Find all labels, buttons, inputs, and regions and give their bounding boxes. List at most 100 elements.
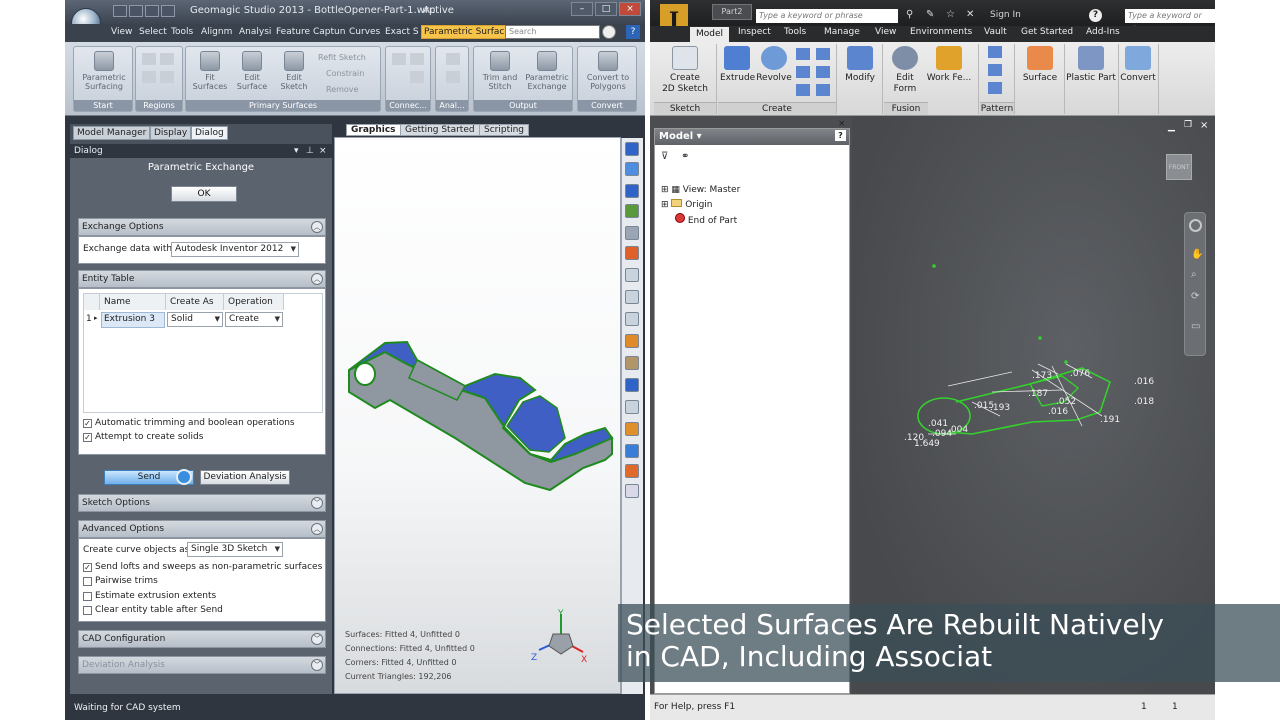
panel-label-pattern[interactable]: Pattern [980,102,1014,115]
tab-graphics[interactable]: Graphics [346,124,401,136]
analysis-tool-icon[interactable] [446,71,460,83]
rib-icon[interactable] [816,66,830,78]
tab-display[interactable]: Display [150,126,192,140]
view-tool-icon[interactable] [625,246,639,260]
tab-parametric-surfaces[interactable]: Parametric Surfaces [421,25,518,39]
keyword-search-input[interactable]: Type a keyword or phrase [756,9,898,23]
plastic-part-button[interactable]: Plastic Part [1066,46,1116,84]
tab-tools[interactable]: Tools [784,27,806,37]
tab-alignment[interactable]: Alignm [201,27,232,37]
tab-model-manager[interactable]: Model Manager [73,126,151,140]
pairwise-trims-checkbox[interactable] [83,577,92,586]
connection-tool-icon[interactable] [410,71,424,83]
expand-icon[interactable]: ﹀ [311,633,323,645]
tab-inspect[interactable]: Inspect [738,27,771,37]
binoculars-icon[interactable]: ⚭ [681,151,689,162]
region-tool-icon[interactable] [142,71,156,83]
connection-tool-icon[interactable] [392,53,406,65]
quick-access-undo-icon[interactable] [145,5,159,17]
emboss-icon[interactable] [796,84,810,96]
connection-tool-icon[interactable] [410,53,424,65]
tab-manage[interactable]: Manage [824,27,860,37]
coil-icon[interactable] [796,66,810,78]
close-icon[interactable]: × [619,2,641,16]
cad-configuration-header[interactable]: CAD Configuration ﹀ [78,630,326,648]
edit-form-button[interactable]: Edit Form [888,46,922,95]
dropdown-icon[interactable]: ▾ [294,144,299,158]
create-2d-sketch-button[interactable]: Create 2D Sketch [660,46,710,95]
panel-label-fusion[interactable]: Fusion [884,102,928,115]
exchange-icon[interactable]: ✕ [966,9,974,20]
tree-item-origin[interactable]: ⊞ Origin [661,199,712,210]
maximize-icon[interactable]: □ [595,2,617,16]
revolve-button[interactable]: Revolve [756,46,792,84]
column-header-name[interactable]: Name [100,294,166,310]
surface-button[interactable]: Surface [1020,46,1060,84]
view-tool-icon[interactable] [625,312,639,326]
zoom-icon[interactable] [625,226,639,240]
send-lofts-checkbox[interactable]: ✓ [83,563,92,572]
model-browser-header[interactable]: Model ▾ ? [655,129,849,145]
analysis-tool-icon[interactable] [446,53,460,65]
quick-access-save-icon[interactable] [129,5,143,17]
tab-select[interactable]: Select [139,27,167,37]
convert-to-polygons-button[interactable]: Convert to Polygons [582,51,634,91]
tab-vault[interactable]: Vault [984,27,1007,37]
tab-view[interactable]: View [111,27,132,37]
tab-view[interactable]: View [875,27,896,37]
sweep-icon[interactable] [816,48,830,60]
view-tool-icon[interactable] [625,290,639,304]
close-icon[interactable]: × [319,144,327,158]
view-tool-icon[interactable] [625,184,639,198]
edit-surface-button[interactable]: Edit Surface [232,51,272,91]
work-features-button[interactable]: Work Fe... [926,46,972,84]
tab-features[interactable]: Feature [276,27,310,37]
exchange-data-select[interactable]: Autodesk Inventor 2012 ▼ [171,242,299,257]
graphics-canvas[interactable]: Surfaces: Fitted 4, Unfitted 0 Connectio… [334,137,621,694]
curve-objects-select[interactable]: Single 3D Sketch ▼ [187,542,283,557]
operation-select[interactable]: Create ▼ [225,312,283,327]
keyword-search-input-2[interactable]: Type a keyword or phrase [1125,9,1215,33]
tree-item-view-master[interactable]: ⊞ ▦ View: Master [661,185,740,195]
panel-label-create[interactable]: Create [718,102,836,115]
help-icon[interactable]: ? [626,25,640,39]
pin-icon[interactable]: ⊥ [306,144,314,158]
help-icon[interactable]: ? [835,130,846,141]
tab-tools[interactable]: Tools [171,27,193,37]
binoculars-icon[interactable]: ⚲ [906,9,913,20]
estimate-extents-checkbox[interactable] [83,592,92,601]
wrench-icon[interactable]: ✎ [926,9,934,20]
view-tool-icon[interactable] [625,356,639,370]
tab-dialog[interactable]: Dialog [191,126,228,140]
collapse-icon[interactable]: ︿ [311,273,323,285]
tree-item-end-of-part[interactable]: End of Part [675,213,737,226]
tab-getting-started[interactable]: Getting Started [400,124,480,136]
region-tool-icon[interactable] [142,53,156,65]
minimize-icon[interactable]: – [571,2,593,16]
circular-pattern-icon[interactable] [988,64,1002,76]
filter-icon[interactable]: ⊽ [661,151,668,162]
fit-surfaces-button[interactable]: Fit Surfaces [190,51,230,91]
tab-get-started[interactable]: Get Started [1021,27,1073,37]
search-input[interactable]: Search [505,25,600,39]
tab-add-ins[interactable]: Add-Ins [1086,27,1120,37]
entity-table-header[interactable]: Entity Table ︿ [78,270,326,288]
view-tool-icon[interactable] [625,464,639,478]
view-tool-icon[interactable] [625,268,639,282]
create-as-select[interactable]: Solid ▼ [167,312,223,327]
help-icon[interactable]: ? [1089,9,1102,22]
panel-label-sketch[interactable]: Sketch [654,102,716,115]
view-tool-icon[interactable] [625,162,639,176]
collapse-icon[interactable]: ︿ [311,221,323,233]
tab-analysis[interactable]: Analysi [239,27,271,37]
view-tool-icon[interactable] [625,204,639,218]
tab-exact-surfaces[interactable]: Exact S [385,27,419,37]
loft-icon[interactable] [796,48,810,60]
orientation-triad-icon[interactable]: Y X Z [531,608,591,668]
extrude-button[interactable]: Extrude [720,46,755,84]
clear-entity-table-checkbox[interactable] [83,606,92,615]
advanced-options-header[interactable]: Advanced Options ︿ [78,520,326,538]
collapse-icon[interactable]: ︿ [311,523,323,535]
quick-access-redo-icon[interactable] [161,5,175,17]
sign-in-link[interactable]: Sign In [990,10,1021,20]
